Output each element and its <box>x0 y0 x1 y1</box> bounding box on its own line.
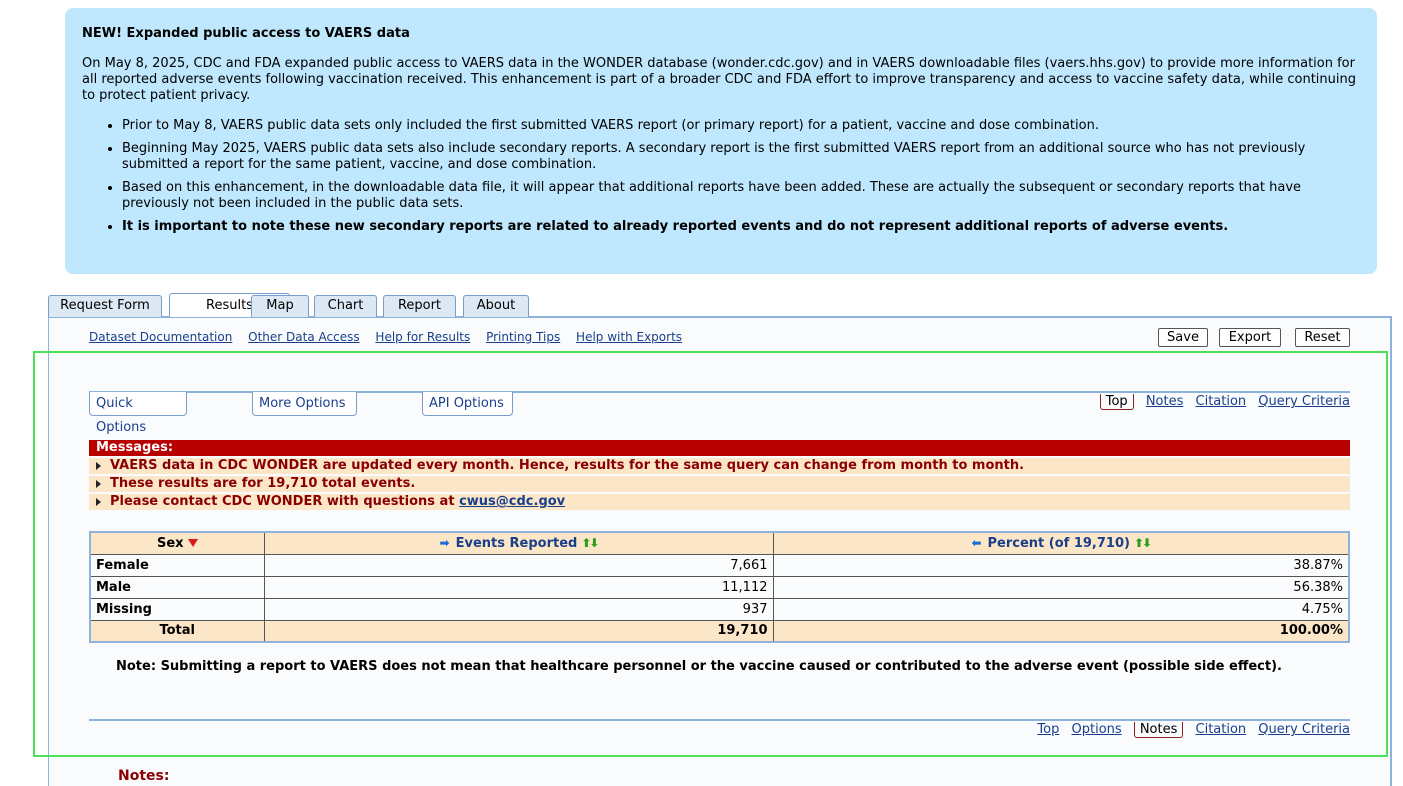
table-header-row: Sex ➡ Events Reported ⬆⬇ ⬅ Percent (of 19,7… <box>89 531 1350 555</box>
nav-top[interactable]: Top <box>1099 394 1134 410</box>
sort-up-down-icon[interactable]: ⬆⬇ <box>1134 536 1152 550</box>
cell-events: 11,112 <box>263 575 774 599</box>
message-item: Please contact CDC WONDER with questions… <box>89 494 1350 510</box>
email-link[interactable]: cwus@cdc.gov <box>459 494 565 509</box>
header-sex-label: Sex <box>156 535 184 551</box>
header-percent-label: Percent (of 19,710) <box>987 535 1130 551</box>
arrow-right-icon[interactable]: ➡ <box>440 536 450 550</box>
cell-events: 7,661 <box>263 553 774 577</box>
cell-total-label: Total <box>89 619 265 643</box>
disclaimer-note: Note: Submitting a report to VAERS does … <box>116 659 1282 674</box>
cell-sex: Missing <box>89 597 265 621</box>
bottom-nav-links: Top Options Notes Citation Query Criteri… <box>1029 722 1350 738</box>
header-events-label: Events Reported <box>455 535 578 551</box>
banner-bullet: Beginning May 2025, VAERS public data se… <box>122 141 1361 173</box>
more-options-button[interactable]: More Options <box>252 392 357 416</box>
sort-up-down-icon[interactable]: ⬆⬇ <box>581 536 599 550</box>
tab-chart[interactable]: Chart <box>314 295 377 317</box>
cell-sex: Female <box>89 553 265 577</box>
banner-title: NEW! Expanded public access to VAERS dat… <box>82 26 410 41</box>
api-options-button[interactable]: API Options <box>422 392 513 416</box>
table-total-row: Total 19,710 100.00% <box>89 619 1350 643</box>
cell-sex: Male <box>89 575 265 599</box>
sort-down-icon[interactable] <box>187 539 198 548</box>
nav-top[interactable]: Top <box>1037 722 1059 737</box>
link-printing-tips[interactable]: Printing Tips <box>486 330 560 344</box>
message-text: Please contact CDC WONDER with questions… <box>110 494 460 509</box>
nav-notes[interactable]: Notes <box>1146 394 1184 409</box>
message-text: VAERS data in CDC WONDER are updated eve… <box>110 458 1025 473</box>
arrow-left-icon[interactable]: ⬅ <box>971 536 981 550</box>
table-row: Missing 937 4.75% <box>89 597 1350 621</box>
help-links: Dataset Documentation Other Data Access … <box>89 330 694 344</box>
message-item: These results are for 19,710 total event… <box>89 476 1350 492</box>
nav-query-criteria[interactable]: Query Criteria <box>1258 722 1350 737</box>
top-nav-links: Top Notes Citation Query Criteria <box>1092 394 1350 410</box>
messages-heading: Messages: <box>89 440 1350 456</box>
divider <box>89 719 1350 721</box>
nav-query-criteria[interactable]: Query Criteria <box>1258 394 1350 409</box>
cell-percent: 4.75% <box>772 597 1350 621</box>
banner-bullet: Prior to May 8, VAERS public data sets o… <box>122 118 1361 134</box>
banner-bullet-important: It is important to note these new second… <box>122 219 1361 235</box>
header-events[interactable]: ➡ Events Reported ⬆⬇ <box>263 531 774 555</box>
header-percent[interactable]: ⬅ Percent (of 19,710) ⬆⬇ <box>772 531 1350 555</box>
cell-percent: 38.87% <box>772 553 1350 577</box>
nav-citation[interactable]: Citation <box>1196 722 1247 737</box>
message-text: These results are for 19,710 total event… <box>110 476 416 491</box>
banner-list: Prior to May 8, VAERS public data sets o… <box>82 118 1361 235</box>
link-help-with-exports[interactable]: Help with Exports <box>576 330 682 344</box>
tab-request-form[interactable]: Request Form <box>48 295 162 317</box>
link-help-for-results[interactable]: Help for Results <box>375 330 470 344</box>
expand-arrow-icon[interactable] <box>96 498 101 506</box>
reset-button[interactable]: Reset <box>1295 328 1350 347</box>
link-other-data-access[interactable]: Other Data Access <box>248 330 359 344</box>
link-dataset-documentation[interactable]: Dataset Documentation <box>89 330 232 344</box>
nav-options[interactable]: Options <box>1072 722 1122 737</box>
table-row: Female 7,661 38.87% <box>89 553 1350 577</box>
banner-paragraph: On May 8, 2025, CDC and FDA expanded pub… <box>82 56 1356 103</box>
cell-events: 937 <box>263 597 774 621</box>
nav-notes[interactable]: Notes <box>1133 722 1184 738</box>
export-button[interactable]: Export <box>1219 328 1281 347</box>
tab-map[interactable]: Map <box>251 295 309 317</box>
header-sex[interactable]: Sex <box>89 531 265 555</box>
banner-bullet: Based on this enhancement, in the downlo… <box>122 180 1361 212</box>
announcement-banner: NEW! Expanded public access to VAERS dat… <box>65 8 1377 274</box>
results-table: Sex ➡ Events Reported ⬆⬇ ⬅ Percent (of 19,7… <box>89 531 1350 643</box>
message-item: VAERS data in CDC WONDER are updated eve… <box>89 458 1350 474</box>
tab-report[interactable]: Report <box>383 295 456 317</box>
tab-about[interactable]: About <box>463 295 529 317</box>
notes-heading: Notes: <box>118 768 170 784</box>
expand-arrow-icon[interactable] <box>96 462 101 470</box>
nav-citation[interactable]: Citation <box>1196 394 1247 409</box>
expand-arrow-icon[interactable] <box>96 480 101 488</box>
table-row: Male 11,112 56.38% <box>89 575 1350 599</box>
cell-total-percent: 100.00% <box>772 619 1350 643</box>
cell-total-events: 19,710 <box>263 619 774 643</box>
quick-options-button[interactable]: Quick Options <box>89 392 187 435</box>
save-button[interactable]: Save <box>1158 328 1208 347</box>
cell-percent: 56.38% <box>772 575 1350 599</box>
